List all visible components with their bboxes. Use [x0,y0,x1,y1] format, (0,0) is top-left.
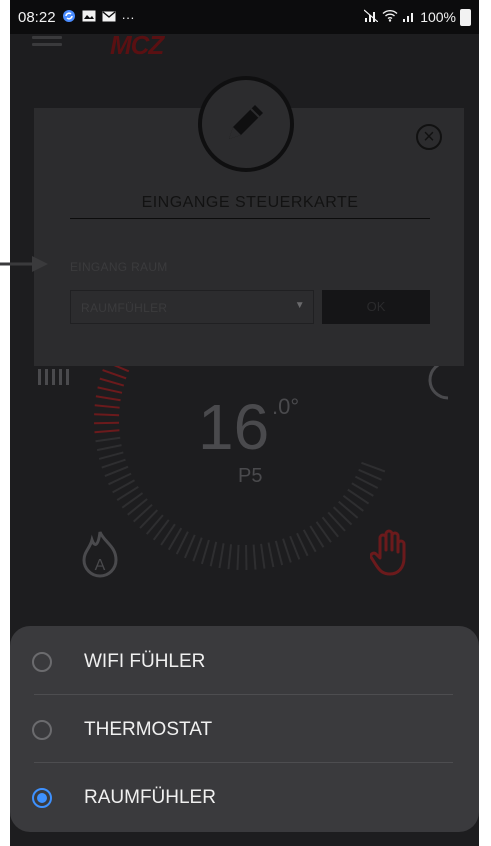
dial-tick [104,465,129,477]
option-divider [34,762,453,763]
dialog-title: EINGANGE STEUERKARTE [141,194,359,211]
dial-tick [236,544,240,570]
battery-level: 100% [420,9,456,25]
dial-tick [282,538,292,563]
phone-screen: 08:22 ··· 100% MCZ 16 .0° P5 A × EINGANG… [10,0,479,846]
room-input-label: EINGANG RAUM [70,260,168,274]
dial-tick [99,377,125,387]
options-sheet: WIFI FÜHLER THERMOSTAT RAUMFÜHLER [10,626,479,832]
menu-icon[interactable] [32,36,62,52]
dial-tick [183,534,196,559]
signal-icon [402,9,416,25]
dial-tick [192,537,203,562]
dial-tick [108,472,132,486]
close-icon[interactable]: × [416,124,442,150]
power-bars-icon [38,365,74,390]
svg-text:A: A [95,557,106,574]
moon-icon [422,360,458,405]
caret-down-icon: ▼ [294,300,305,311]
option-raumfuehler[interactable]: RAUMFÜHLER [10,764,479,832]
mute-icon [363,9,379,25]
option-label: WIFI FÜHLER [84,651,206,672]
option-wifi-fuehler[interactable]: WIFI FÜHLER [10,628,479,696]
dial-tick [97,386,123,394]
dial-tick [94,413,120,417]
dial-tick [209,541,218,567]
select-value: RAUMFÜHLER [81,301,168,315]
dial-tick [358,468,382,481]
dial-tick [94,421,120,425]
dial-tick [95,395,121,402]
temperature-value: 16 [198,391,270,463]
status-bar: 08:22 ··· 100% [10,0,479,34]
dial-tick [361,461,386,473]
dial-tick [289,535,301,560]
pointer-arrow-icon [0,252,50,281]
option-label: RAUMFÜHLER [84,787,216,808]
dial-tick [98,451,124,460]
sync-icon [62,9,76,26]
dial-tick [200,539,210,565]
room-input-select[interactable]: RAUMFÜHLER ▼ [70,290,314,324]
dial-tick [94,404,120,409]
dial-tick [260,543,266,569]
dial-tick [218,543,225,569]
radio-thermostat[interactable] [32,720,52,740]
bottom-nav-peek [10,832,479,846]
gallery-icon [82,10,96,25]
ok-button[interactable]: OK [322,290,430,324]
option-divider [34,694,453,695]
more-icon: ··· [121,9,135,25]
status-right: 100% [363,8,471,26]
dial-tick [252,544,257,570]
dial-tick [102,369,127,380]
brand-logo: MCZ [110,30,164,60]
option-label: THERMOSTAT [84,719,213,740]
temperature-unit: .0° [272,394,300,419]
dial-tick [274,540,284,566]
dial-tick [296,532,309,557]
option-thermostat[interactable]: THERMOSTAT [10,696,479,764]
mail-icon [102,10,116,25]
dial-tick [96,444,122,452]
battery-icon [460,8,471,26]
status-time: 08:22 [18,8,56,26]
pencil-icon [221,97,271,152]
radio-wifi-fuehler[interactable] [32,652,52,672]
dial-tick [267,542,275,568]
dial-tick [94,429,120,434]
manual-hand-icon[interactable] [369,528,414,581]
radio-raumfuehler[interactable] [32,788,52,808]
dial-tick [95,436,121,443]
dial-tick [227,544,233,570]
power-level: P5 [238,465,263,487]
title-divider [70,218,430,219]
dial-tick [101,458,126,469]
auto-flame-icon[interactable]: A [80,526,120,583]
edit-badge [198,76,294,172]
wifi-icon [382,9,398,25]
